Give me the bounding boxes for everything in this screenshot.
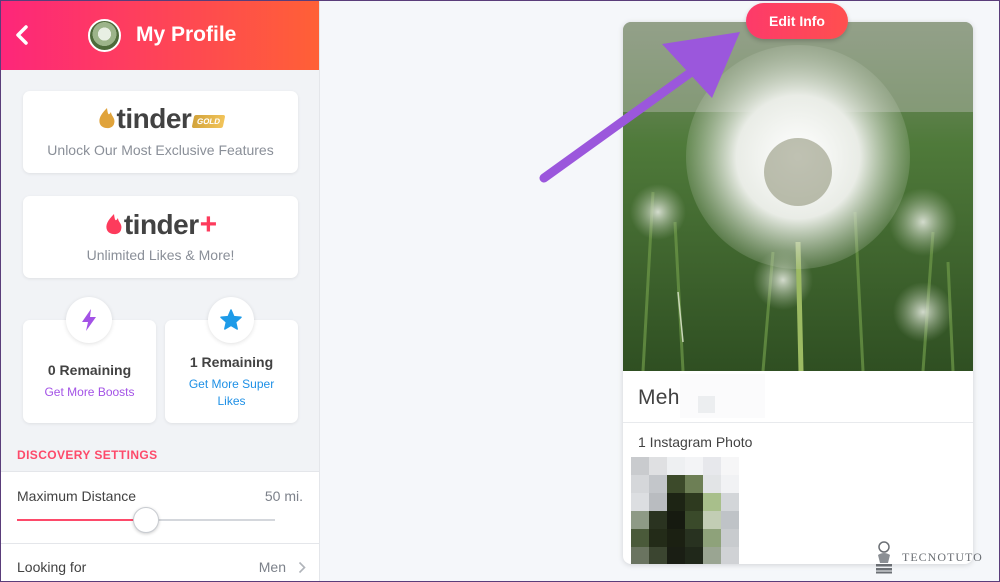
gold-badge: GOLD bbox=[191, 114, 226, 128]
instagram-title: 1 Instagram Photo bbox=[638, 434, 753, 450]
watermark-text: TECNOTUTO bbox=[902, 549, 983, 564]
maximum-distance-label: Maximum Distance bbox=[17, 488, 137, 504]
super-likes-remaining: 1 Remaining bbox=[189, 354, 274, 370]
flame-icon bbox=[98, 108, 115, 129]
distance-slider-thumb[interactable] bbox=[133, 507, 159, 533]
tinder-plus-logo: tinder + bbox=[23, 208, 298, 242]
tinder-gold-logo: tinder GOLD bbox=[23, 103, 298, 135]
instagram-photo-thumbnail[interactable] bbox=[631, 457, 739, 564]
maximum-distance-setting: Maximum Distance 50 mi. bbox=[0, 471, 319, 543]
watermark: TECNOTUTO bbox=[872, 540, 983, 574]
edit-info-button[interactable]: Edit Info bbox=[746, 3, 848, 39]
profile-name-area: Meh bbox=[623, 371, 973, 423]
chevron-right-icon bbox=[298, 561, 306, 574]
tinder-wordmark: tinder bbox=[123, 209, 199, 240]
discovery-settings-heading: DISCOVERY SETTINGS bbox=[17, 448, 158, 462]
tinder-plus-card[interactable]: tinder + Unlimited Likes & More! bbox=[23, 196, 298, 278]
tinder-wordmark: tinder bbox=[116, 103, 192, 134]
star-icon bbox=[220, 309, 242, 330]
looking-for-label: Looking for bbox=[17, 559, 87, 575]
profile-name: Meh bbox=[638, 386, 680, 409]
super-like-icon-circle bbox=[208, 297, 254, 343]
looking-for-setting[interactable]: Looking for Men bbox=[0, 543, 319, 582]
plus-subtitle: Unlimited Likes & More! bbox=[86, 247, 235, 263]
name-redaction bbox=[680, 374, 765, 418]
chevron-left-icon bbox=[16, 25, 28, 45]
get-more-super-likes-link[interactable]: Get More Super Likes bbox=[165, 376, 298, 410]
maximum-distance-value: 50 mi. bbox=[264, 488, 303, 504]
avatar[interactable] bbox=[88, 19, 121, 52]
back-button[interactable] bbox=[0, 0, 44, 70]
plus-sign: + bbox=[199, 208, 218, 241]
get-more-boosts-link[interactable]: Get More Boosts bbox=[23, 384, 156, 401]
sidebar-header: My Profile bbox=[0, 0, 319, 70]
distance-slider-fill bbox=[17, 519, 146, 521]
tinder-gold-card[interactable]: tinder GOLD Unlock Our Most Exclusive Fe… bbox=[23, 91, 298, 173]
lamp-logo-icon bbox=[876, 541, 892, 574]
annotation-arrow bbox=[539, 32, 740, 183]
page-title[interactable]: My Profile bbox=[136, 23, 236, 47]
flame-icon bbox=[106, 214, 122, 235]
gold-subtitle: Unlock Our Most Exclusive Features bbox=[47, 142, 274, 158]
boosts-remaining: 0 Remaining bbox=[47, 362, 132, 378]
name-redaction-square bbox=[698, 396, 715, 413]
lightning-bolt-icon bbox=[82, 309, 96, 331]
sidebar: My Profile tinder GOLD Unlock Our Most E… bbox=[0, 0, 320, 582]
boost-icon-circle bbox=[66, 297, 112, 343]
looking-for-value: Men bbox=[258, 559, 286, 575]
